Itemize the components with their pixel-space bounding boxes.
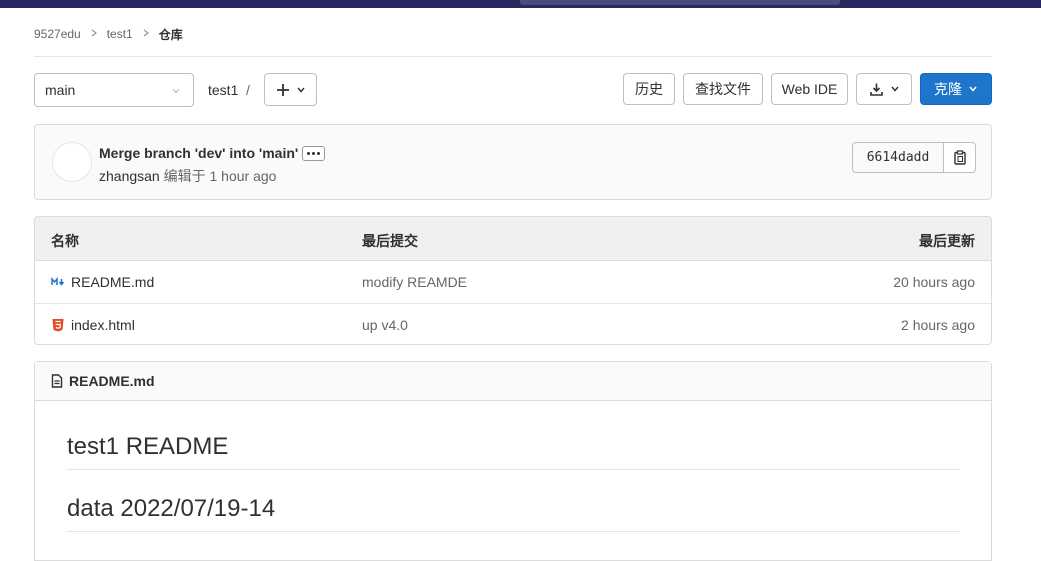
table-row[interactable]: index.html up v4.0 2 hours ago (35, 304, 991, 344)
download-dropdown[interactable] (856, 73, 912, 105)
file-link[interactable]: index.html (51, 317, 135, 333)
file-link[interactable]: README.md (51, 274, 154, 290)
repo-path-project[interactable]: test1 (208, 82, 238, 98)
file-updated: 20 hours ago (893, 274, 975, 290)
avatar[interactable] (52, 142, 92, 182)
repo-path-separator: / (246, 82, 250, 98)
file-name: index.html (71, 317, 135, 333)
branch-dropdown[interactable]: main (34, 73, 194, 107)
chevron-right-icon (91, 29, 97, 37)
header-name: 名称 (51, 233, 79, 249)
breadcrumb-current[interactable]: 仓库 (159, 26, 183, 43)
file-tree-table: 名称 最后提交 最后更新 README.md modify REAMDE 20 … (34, 216, 992, 345)
file-commit-message[interactable]: modify REAMDE (362, 274, 467, 290)
file-icon (51, 374, 63, 388)
commit-title[interactable]: Merge branch 'dev' into 'main' (99, 145, 298, 161)
commit-meta: zhangsan 编辑于 1 hour ago (99, 166, 276, 186)
breadcrumb-group[interactable]: 9527edu (34, 27, 81, 41)
readme-heading: test1 README (67, 433, 960, 470)
header-last-update: 最后更新 (919, 233, 975, 249)
add-file-dropdown[interactable] (264, 73, 317, 106)
header-last-commit: 最后提交 (362, 233, 418, 249)
clone-label: 克隆 (934, 81, 962, 97)
expand-commit-button[interactable] (302, 146, 325, 161)
commit-author[interactable]: zhangsan (99, 168, 160, 184)
divider (34, 56, 992, 57)
file-commit-message[interactable]: up v4.0 (362, 317, 408, 333)
readme-filename: README.md (69, 373, 155, 389)
clipboard-icon (953, 150, 966, 165)
search-bar[interactable] (520, 0, 840, 5)
find-file-button[interactable]: 查找文件 (683, 73, 763, 105)
branch-name: main (45, 82, 76, 98)
plus-icon (276, 83, 289, 96)
file-updated: 2 hours ago (901, 317, 975, 333)
top-navbar (0, 0, 1041, 8)
file-name: README.md (71, 274, 155, 290)
commit-sha[interactable]: 6614dadd (852, 142, 944, 173)
chevron-down-icon (296, 87, 305, 93)
html5-icon (52, 319, 64, 332)
download-icon (869, 83, 883, 96)
chevron-down-icon (969, 86, 977, 92)
chevron-down-icon (172, 88, 180, 94)
markdown-icon (51, 277, 65, 286)
commit-sha-group: 6614dadd (852, 142, 976, 173)
last-commit-panel: Merge branch 'dev' into 'main' zhangsan … (34, 124, 992, 200)
web-ide-button[interactable]: Web IDE (771, 73, 848, 105)
chevron-down-icon (890, 86, 899, 92)
commit-action: 编辑于 (163, 168, 206, 184)
readme-panel: README.md test1 README data 2022/07/19-1… (34, 361, 992, 561)
table-row[interactable]: README.md modify REAMDE 20 hours ago (35, 261, 991, 304)
history-button[interactable]: 历史 (623, 73, 675, 105)
table-header: 名称 最后提交 最后更新 (35, 217, 991, 261)
readme-title[interactable]: README.md (51, 373, 155, 389)
commit-time: 1 hour ago (209, 168, 277, 184)
breadcrumb-project[interactable]: test1 (107, 27, 133, 41)
breadcrumb: 9527edu test1 仓库 (34, 26, 183, 42)
clone-dropdown[interactable]: 克隆 (920, 73, 992, 105)
readme-header: README.md (35, 362, 991, 401)
readme-heading: data 2022/07/19-14 (67, 495, 960, 532)
chevron-right-icon (143, 29, 149, 37)
copy-sha-button[interactable] (944, 142, 976, 173)
